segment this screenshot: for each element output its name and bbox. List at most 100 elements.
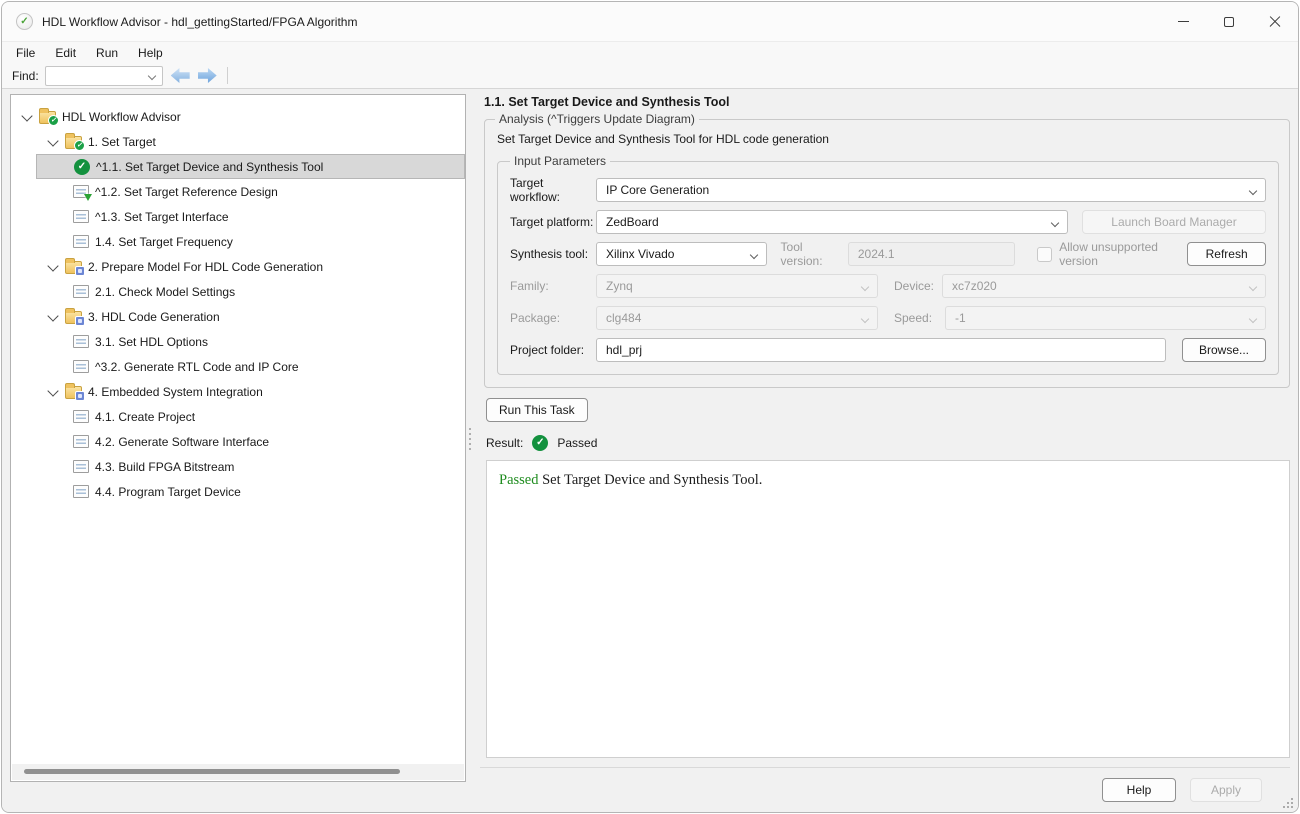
find-previous-button[interactable] (171, 68, 190, 83)
package-value: clg484 (606, 311, 641, 325)
output-message: Set Target Device and Synthesis Tool. (538, 472, 762, 488)
chevron-down-icon[interactable] (147, 71, 155, 79)
tree-item-1-1-set-target-device-and-synthesis-tool[interactable]: ^1.1. Set Target Device and Synthesis To… (36, 154, 465, 179)
close-button[interactable] (1252, 2, 1298, 41)
tree-item-2-prepare-model[interactable]: 2. Prepare Model For HDL Code Generation (11, 254, 465, 279)
find-input[interactable] (45, 66, 163, 86)
tree-item-4-embedded-system-integration[interactable]: 4. Embedded System Integration (11, 379, 465, 404)
chevron-down-icon (861, 315, 869, 323)
tree-item-label: ^3.2. Generate RTL Code and IP Core (95, 360, 299, 374)
menu-help[interactable]: Help (128, 44, 173, 62)
refresh-label: Refresh (1206, 247, 1248, 261)
tree-item-4-2-generate-software-interface[interactable]: 4.2. Generate Software Interface (11, 429, 465, 454)
tree-item-4-3-build-fpga-bitstream[interactable]: 4.3. Build FPGA Bitstream (11, 454, 465, 479)
project-folder-label: Project folder: (510, 343, 596, 357)
minimize-button[interactable] (1160, 2, 1206, 41)
chevron-down-icon[interactable] (21, 111, 33, 123)
run-this-task-button[interactable]: Run This Task (486, 398, 588, 422)
help-button[interactable]: Help (1102, 778, 1176, 802)
result-label: Result: (486, 436, 523, 450)
tree-item-4-1-create-project[interactable]: 4.1. Create Project (11, 404, 465, 429)
task-icon (73, 235, 89, 248)
menu-file[interactable]: File (6, 44, 45, 62)
passed-check-icon (74, 159, 90, 175)
run-this-task-label: Run This Task (499, 403, 575, 417)
launch-board-manager-button[interactable]: Launch Board Manager (1082, 210, 1266, 234)
target-workflow-select[interactable]: IP Core Generation (596, 178, 1266, 202)
tree-item-3-hdl-code-generation[interactable]: 3. HDL Code Generation (11, 304, 465, 329)
find-next-button[interactable] (198, 68, 217, 83)
synthesis-tool-label: Synthesis tool: (510, 247, 596, 261)
horizontal-scrollbar[interactable] (12, 764, 464, 780)
panel-splitter-handle[interactable] (468, 428, 472, 454)
tree-item-4-4-program-target-device[interactable]: 4.4. Program Target Device (11, 479, 465, 504)
menu-edit[interactable]: Edit (45, 44, 86, 62)
family-device-row: Family: Zynq Device: xc7z020 (510, 274, 1266, 298)
chevron-down-icon (1249, 283, 1257, 291)
tree-item-label: 4.3. Build FPGA Bitstream (95, 460, 234, 474)
tree-item-2-1-check-model-settings[interactable]: 2.1. Check Model Settings (11, 279, 465, 304)
window-resize-grip[interactable] (1283, 798, 1293, 808)
tree-item-1-3-set-target-interface[interactable]: ^1.3. Set Target Interface (11, 204, 465, 229)
project-folder-row: Project folder: hdl_prj Browse... (510, 338, 1266, 362)
folder-gear-icon (65, 386, 82, 399)
analysis-group: Analysis (^Triggers Update Diagram) Set … (484, 112, 1290, 388)
chevron-down-icon (1051, 219, 1059, 227)
scrollbar-thumb[interactable] (24, 769, 400, 774)
apply-button[interactable]: Apply (1190, 778, 1262, 802)
tree-item-hdl-workflow-advisor[interactable]: HDL Workflow Advisor (11, 104, 465, 129)
folder-check-icon (65, 136, 82, 149)
tree-item-1-2-set-target-reference-design[interactable]: ^1.2. Set Target Reference Design (11, 179, 465, 204)
maximize-button[interactable] (1206, 2, 1252, 41)
family-label: Family: (510, 279, 596, 293)
chevron-down-icon[interactable] (47, 261, 59, 273)
chevron-down-icon[interactable] (47, 311, 59, 323)
package-label: Package: (510, 311, 596, 325)
input-parameters-label: Input Parameters (510, 154, 610, 168)
tree-item-1-set-target[interactable]: 1. Set Target (11, 129, 465, 154)
family-select: Zynq (596, 274, 878, 298)
tree-item-label: 4.1. Create Project (95, 410, 195, 424)
target-workflow-row: Target workflow: IP Core Generation (510, 178, 1266, 202)
family-value: Zynq (606, 279, 633, 293)
target-platform-row: Target platform: ZedBoard Launch Board M… (510, 210, 1266, 234)
task-description: Set Target Device and Synthesis Tool for… (497, 132, 1279, 146)
package-select: clg484 (596, 306, 878, 330)
tree-item-label: 4.2. Generate Software Interface (95, 435, 269, 449)
target-platform-select[interactable]: ZedBoard (596, 210, 1068, 234)
browse-button[interactable]: Browse... (1182, 338, 1266, 362)
tree-item-label: HDL Workflow Advisor (62, 110, 181, 124)
title-bar: HDL Workflow Advisor - hdl_gettingStarte… (2, 2, 1298, 42)
task-icon (73, 460, 89, 473)
result-output: Passed Set Target Device and Synthesis T… (486, 460, 1290, 758)
tree-item-3-1-set-hdl-options[interactable]: 3.1. Set HDL Options (11, 329, 465, 354)
synthesis-tool-select[interactable]: Xilinx Vivado (596, 242, 767, 266)
tree-item-label: ^1.3. Set Target Interface (95, 210, 229, 224)
chevron-down-icon[interactable] (47, 136, 59, 148)
chevron-down-icon[interactable] (47, 386, 59, 398)
project-folder-input[interactable]: hdl_prj (596, 338, 1166, 362)
workflow-tree: HDL Workflow Advisor 1. Set Target ^1.1.… (10, 94, 466, 782)
device-label: Device: (894, 279, 934, 293)
help-label: Help (1127, 783, 1152, 797)
allow-unsupported-checkbox[interactable] (1037, 247, 1052, 262)
launch-board-manager-label: Launch Board Manager (1111, 215, 1236, 229)
tree-item-label: ^1.1. Set Target Device and Synthesis To… (96, 160, 323, 174)
menu-run[interactable]: Run (86, 44, 128, 62)
synthesis-tool-row: Synthesis tool: Xilinx Vivado Tool versi… (510, 242, 1266, 266)
maximize-icon (1224, 17, 1234, 27)
input-parameters-group: Input Parameters Target workflow: IP Cor… (497, 154, 1279, 375)
target-platform-label: Target platform: (510, 215, 596, 229)
refresh-button[interactable]: Refresh (1187, 242, 1266, 266)
chevron-down-icon (861, 283, 869, 291)
toolbar-separator (227, 67, 228, 84)
tool-version-label: Tool version: (781, 240, 842, 268)
tree-item-3-2-generate-rtl-code-and-ip-core[interactable]: ^3.2. Generate RTL Code and IP Core (11, 354, 465, 379)
tree-item-label: 2. Prepare Model For HDL Code Generation (88, 260, 323, 274)
panel-footer: Help Apply (480, 767, 1290, 804)
window-title: HDL Workflow Advisor - hdl_gettingStarte… (42, 15, 357, 29)
folder-gear-icon (65, 261, 82, 274)
tree-item-label: 2.1. Check Model Settings (95, 285, 235, 299)
device-value: xc7z020 (952, 279, 997, 293)
tree-item-1-4-set-target-frequency[interactable]: 1.4. Set Target Frequency (11, 229, 465, 254)
